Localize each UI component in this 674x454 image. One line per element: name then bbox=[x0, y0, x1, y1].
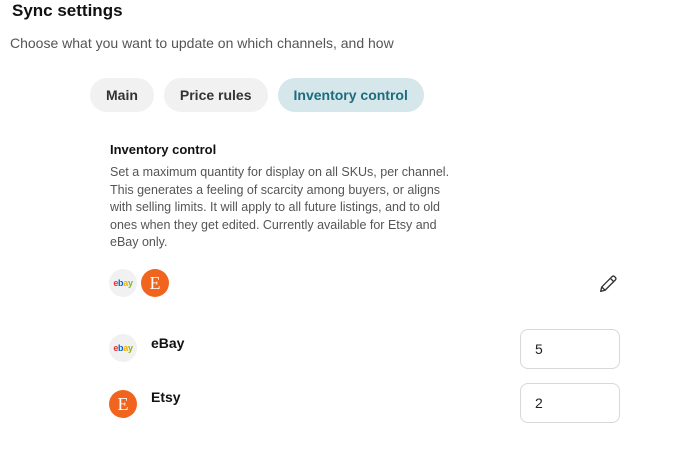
etsy-quantity-input[interactable] bbox=[520, 383, 620, 423]
tab-price-rules[interactable]: Price rules bbox=[163, 78, 268, 112]
ebay-row-logo-icon: ebay bbox=[109, 334, 137, 362]
etsy-row-logo-icon: E bbox=[109, 390, 137, 418]
ebay-logo-icon: ebay bbox=[109, 269, 137, 297]
page-subtitle: Choose what you want to update on which … bbox=[10, 35, 394, 51]
settings-tabs: Main Price rules Inventory control bbox=[90, 78, 424, 112]
page-title: Sync settings bbox=[12, 1, 123, 20]
tab-inventory-control[interactable]: Inventory control bbox=[277, 78, 424, 112]
section-title: Inventory control bbox=[110, 142, 217, 157]
etsy-logo-icon: E bbox=[141, 269, 169, 297]
section-description: Set a maximum quantity for display on al… bbox=[110, 165, 450, 249]
channel-label-etsy: Etsy bbox=[151, 389, 181, 405]
ebay-quantity-input[interactable] bbox=[520, 329, 620, 369]
tab-main[interactable]: Main bbox=[90, 78, 154, 112]
channel-label-ebay: eBay bbox=[151, 335, 185, 351]
pencil-icon[interactable] bbox=[597, 273, 619, 295]
